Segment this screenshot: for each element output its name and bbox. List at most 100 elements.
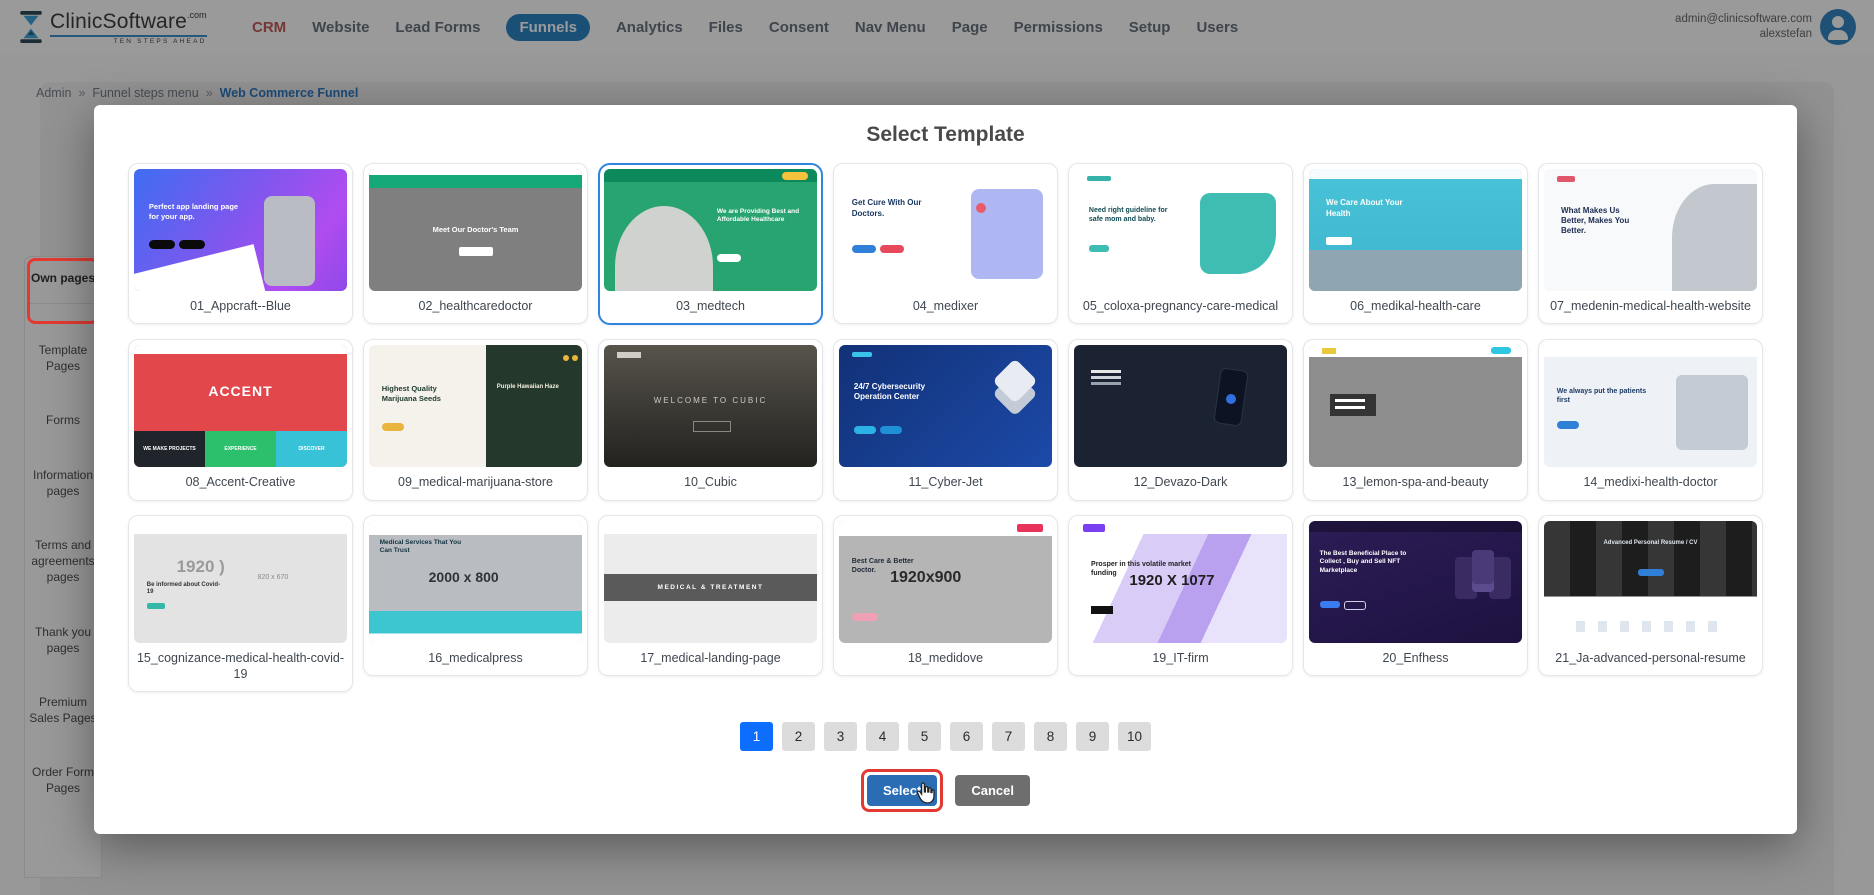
thumbnail-heading: Highest Quality Marijuana Seeds — [382, 384, 471, 404]
template-card-06_medikal-health-care[interactable]: We Care About Your Health06_medikal-heal… — [1303, 163, 1528, 324]
template-label: 15_cognizance-medical-health-covid-19 — [134, 643, 347, 692]
thumbnail-decoration — [852, 245, 912, 253]
template-thumbnail: Advanced Personal Resume / CV — [1544, 521, 1757, 643]
modal-actions: Select Cancel — [128, 769, 1763, 812]
template-label: 17_medical-landing-page — [604, 643, 817, 675]
cancel-button[interactable]: Cancel — [955, 775, 1030, 806]
template-label: 13_lemon-spa-and-beauty — [1309, 467, 1522, 499]
thumbnail-placeholder-size: 1920 X 1077 — [1129, 572, 1214, 589]
thumbnail-chip — [782, 172, 808, 180]
template-thumbnail: ACCENTWE MAKE PROJECTSEXPERIENCEDISCOVER — [134, 345, 347, 467]
template-card-19_IT-firm[interactable]: Prosper in this volatile market funding1… — [1068, 515, 1293, 676]
template-thumbnail — [1309, 345, 1522, 467]
thumbnail-decoration — [1091, 370, 1125, 386]
pagination-page-6[interactable]: 6 — [950, 722, 983, 751]
thumbnail-decoration — [1557, 421, 1579, 429]
template-thumbnail: We are Providing Best and Affordable Hea… — [604, 169, 817, 291]
template-card-14_medixi-health-doctor[interactable]: We always put the patients first 14_medix… — [1538, 339, 1763, 500]
pagination-page-9[interactable]: 9 — [1076, 722, 1109, 751]
template-card-05_coloxa-pregnancy-care-medical[interactable]: Need right guideline for safe mom and ba… — [1068, 163, 1293, 324]
template-thumbnail: Prosper in this volatile market funding1… — [1074, 521, 1287, 643]
template-label: 01_Appcraft--Blue — [134, 291, 347, 323]
thumbnail-decoration — [1089, 245, 1109, 252]
template-label: 06_medikal-health-care — [1309, 291, 1522, 323]
template-thumbnail: We always put the patients first — [1544, 345, 1757, 467]
thumbnail-heading: We always put the patients first — [1557, 387, 1655, 405]
template-card-10_Cubic[interactable]: WELCOME TO CUBIC 10_Cubic — [598, 339, 823, 500]
template-card-12_Devazo-Dark[interactable]: 12_Devazo-Dark — [1068, 339, 1293, 500]
pagination-page-7[interactable]: 7 — [992, 722, 1025, 751]
template-label: 14_medixi-health-doctor — [1544, 467, 1757, 499]
thumbnail-placeholder-size: 2000 x 800 — [429, 569, 499, 585]
template-card-08_Accent-Creative[interactable]: ACCENTWE MAKE PROJECTSEXPERIENCEDISCOVER… — [128, 339, 353, 500]
template-label: 18_medidove — [839, 643, 1052, 675]
template-grid: Perfect app landing page for your app.01… — [128, 163, 1763, 692]
template-card-21_Ja-advanced-personal-resume[interactable]: Advanced Personal Resume / CV 21_Ja-advan… — [1538, 515, 1763, 676]
thumbnail-heading: Advanced Personal Resume / CV — [1574, 540, 1727, 548]
thumbnail-heading: WELCOME TO CUBIC — [654, 396, 768, 406]
template-card-18_medidove[interactable]: Best Care & Better Doctor.1920x90018_med… — [833, 515, 1058, 676]
template-card-15_cognizance-medical-health-covid-19[interactable]: Be informed about Covid-191920 )820 x 67… — [128, 515, 353, 693]
template-card-13_lemon-spa-and-beauty[interactable]: 13_lemon-spa-and-beauty — [1303, 339, 1528, 500]
thumbnail-decoration — [1320, 601, 1368, 608]
pagination-page-8[interactable]: 8 — [1034, 722, 1067, 751]
select-button[interactable]: Select — [867, 775, 937, 806]
template-card-09_medical-marijuana-store[interactable]: Highest Quality Marijuana Seeds Purple Ha… — [363, 339, 588, 500]
template-card-01_Appcraft--Blue[interactable]: Perfect app landing page for your app.01… — [128, 163, 353, 324]
template-label: 09_medical-marijuana-store — [369, 467, 582, 499]
thumbnail-tile: WE MAKE PROJECTS — [134, 431, 205, 468]
pagination-page-1[interactable]: 1 — [740, 722, 773, 751]
thumbnail-heading: Get Cure With Our Doctors. — [852, 198, 941, 219]
template-label: 20_Enfhess — [1309, 643, 1522, 675]
template-label: 05_coloxa-pregnancy-care-medical — [1074, 291, 1287, 323]
template-thumbnail: Highest Quality Marijuana Seeds Purple Ha… — [369, 345, 582, 467]
thumbnail-heading: 24/7 Cybersecurity Operation Center — [854, 382, 948, 403]
template-thumbnail: Need right guideline for safe mom and ba… — [1074, 169, 1287, 291]
thumbnail-decoration — [149, 240, 209, 249]
template-label: 16_medicalpress — [369, 643, 582, 675]
template-label: 21_Ja-advanced-personal-resume — [1544, 643, 1757, 675]
template-card-20_Enfhess[interactable]: The Best Beneficial Place to Collect , B… — [1303, 515, 1528, 676]
template-card-07_medenin-medical-health-website[interactable]: What Makes Us Better, Makes You Better.0… — [1538, 163, 1763, 324]
template-thumbnail: We Care About Your Health — [1309, 169, 1522, 291]
template-card-02_healthcaredoctor[interactable]: Meet Our Doctor's Team02_healthcaredocto… — [363, 163, 588, 324]
template-thumbnail: Meet Our Doctor's Team — [369, 169, 582, 291]
template-thumbnail: WELCOME TO CUBIC — [604, 345, 817, 467]
template-thumbnail — [1074, 345, 1287, 467]
template-card-17_medical-landing-page[interactable]: MEDICAL & TREATMENT 17_medical-landing-pa… — [598, 515, 823, 676]
template-label: 08_Accent-Creative — [134, 467, 347, 499]
template-card-04_medixer[interactable]: Get Cure With Our Doctors. 04_medixer — [833, 163, 1058, 324]
template-label: 11_Cyber-Jet — [839, 467, 1052, 499]
thumbnail-heading: Need right guideline for safe mom and ba… — [1089, 206, 1170, 224]
pagination-page-2[interactable]: 2 — [782, 722, 815, 751]
template-thumbnail: Medical Services That You Can Trust2000 … — [369, 521, 582, 643]
thumbnail-placeholder-size: 1920x900 — [890, 569, 961, 587]
template-thumbnail: MEDICAL & TREATMENT — [604, 521, 817, 643]
thumbnail-chip — [1638, 569, 1664, 576]
template-label: 10_Cubic — [604, 467, 817, 499]
thumbnail-subheading: Purple Hawaiian Haze — [497, 384, 569, 390]
template-label: 07_medenin-medical-health-website — [1544, 291, 1757, 323]
template-label: 04_medixer — [839, 291, 1052, 323]
template-card-03_medtech[interactable]: We are Providing Best and Affordable Hea… — [598, 163, 823, 325]
template-thumbnail: What Makes Us Better, Makes You Better. — [1544, 169, 1757, 291]
thumbnail-tile: EXPERIENCE — [205, 431, 276, 468]
thumbnail-subheading: 820 x 670 — [258, 574, 289, 581]
thumbnail-heading: The Best Beneficial Place to Collect , B… — [1320, 550, 1418, 575]
thumbnail-heading: Meet Our Doctor's Team — [433, 225, 519, 235]
thumbnail-chip — [1017, 524, 1043, 532]
template-card-11_Cyber-Jet[interactable]: 24/7 Cybersecurity Operation Center 11_Cy… — [833, 339, 1058, 500]
thumbnail-chip — [147, 603, 165, 609]
template-card-16_medicalpress[interactable]: Medical Services That You Can Trust2000 … — [363, 515, 588, 676]
template-thumbnail: Be informed about Covid-191920 )820 x 67… — [134, 521, 347, 643]
pagination-page-3[interactable]: 3 — [824, 722, 857, 751]
thumbnail-heading: MEDICAL & TREATMENT — [658, 584, 764, 592]
pagination: 123456789 10 — [128, 722, 1763, 751]
template-thumbnail: 24/7 Cybersecurity Operation Center — [839, 345, 1052, 467]
pagination-page-10[interactable]: 10 — [1118, 722, 1151, 751]
red-annotation-box-select: Select — [861, 769, 943, 812]
pagination-page-5[interactable]: 5 — [908, 722, 941, 751]
thumbnail-decoration — [854, 426, 904, 434]
pagination-page-4[interactable]: 4 — [866, 722, 899, 751]
thumbnail-tiles: WE MAKE PROJECTSEXPERIENCEDISCOVER — [134, 431, 347, 468]
